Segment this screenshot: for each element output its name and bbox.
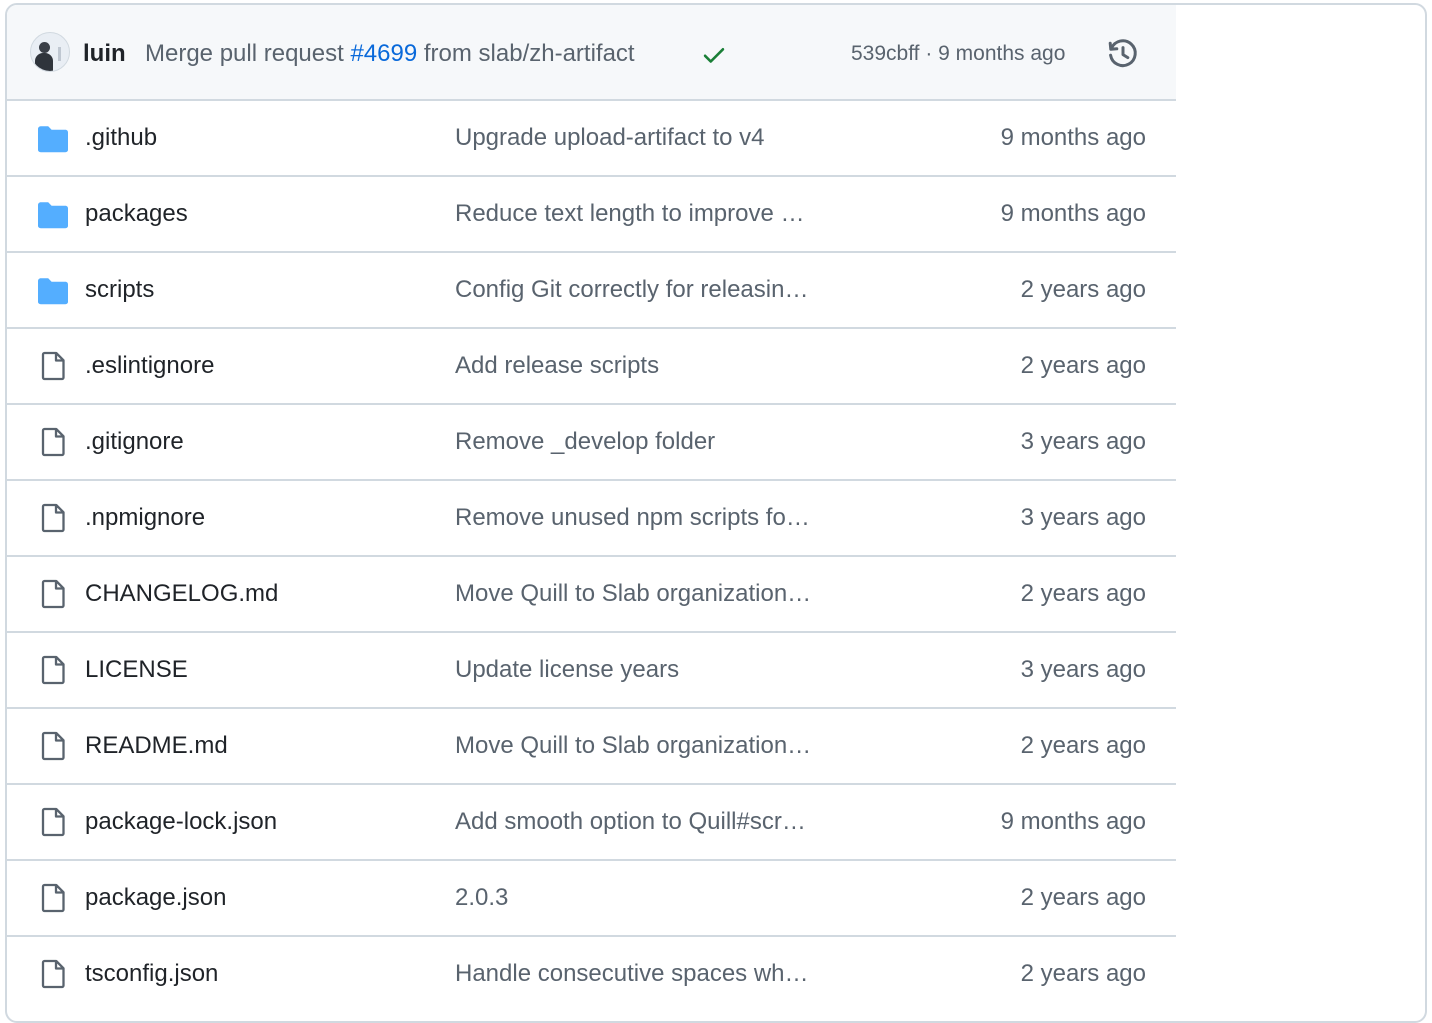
commit-age: 3 years ago: [1020, 656, 1146, 683]
file-row[interactable]: README.md Move Quill to Slab organization…: [7, 709, 1176, 785]
commit-message-suffix[interactable]: from slab/zh-artifact: [417, 40, 635, 67]
file-row[interactable]: package.json 2.0.3 2 years ago: [7, 861, 1176, 937]
commit-message-link[interactable]: Handle consecutive spaces wh…: [455, 959, 839, 989]
file-name-link[interactable]: .github: [85, 123, 157, 153]
file-icon: [37, 503, 69, 533]
commit-message-link[interactable]: Remove unused npm scripts fo…: [455, 503, 839, 533]
file-rows: .github Upgrade upload-artifact to v4 9 mo…: [7, 101, 1176, 1013]
file-icon: [37, 427, 69, 457]
commit-message-link[interactable]: Reduce text length to improve …: [455, 199, 839, 229]
commit-message-link[interactable]: Config Git correctly for releasin…: [455, 275, 839, 305]
file-name-link[interactable]: package-lock.json: [85, 807, 277, 837]
file-row[interactable]: .npmignore Remove unused npm scripts fo… 3…: [7, 481, 1176, 557]
commit-message[interactable]: Merge pull request #4699 from slab/zh-ar…: [145, 39, 635, 69]
commit-message-link[interactable]: 2.0.3: [455, 883, 839, 913]
commit-age: 2 years ago: [1020, 276, 1146, 303]
file-icon: [37, 351, 69, 381]
file-name-link[interactable]: package.json: [85, 883, 226, 913]
file-row[interactable]: scripts Config Git correctly for releasin…: [7, 253, 1176, 329]
file-name-link[interactable]: .npmignore: [85, 503, 205, 533]
file-icon: [37, 959, 69, 989]
file-row[interactable]: package-lock.json Add smooth option to Qu…: [7, 785, 1176, 861]
commit-age: 3 years ago: [1020, 428, 1146, 455]
commit-message-link[interactable]: Remove _develop folder: [455, 427, 839, 457]
folder-icon: [37, 201, 69, 229]
folder-icon: [37, 125, 69, 153]
check-icon[interactable]: [701, 42, 727, 68]
file-icon: [37, 579, 69, 609]
commit-age: 9 months ago: [1000, 124, 1146, 151]
file-row[interactable]: .gitignore Remove _develop folder 3 years …: [7, 405, 1176, 481]
file-icon: [37, 883, 69, 913]
file-name-link[interactable]: .gitignore: [85, 427, 184, 457]
commit-message-link[interactable]: Update license years: [455, 655, 839, 685]
commit-message-link[interactable]: Upgrade upload-artifact to v4: [455, 123, 839, 153]
pull-request-link[interactable]: #4699: [350, 40, 417, 67]
commit-age: 9 months ago: [1000, 808, 1146, 835]
commit-age: 2 years ago: [1020, 580, 1146, 607]
file-row[interactable]: .eslintignore Add release scripts 2 years …: [7, 329, 1176, 405]
file-name-link[interactable]: LICENSE: [85, 655, 188, 685]
commit-message-link[interactable]: Move Quill to Slab organization…: [455, 579, 839, 609]
file-name-link[interactable]: README.md: [85, 731, 228, 761]
commit-message-link[interactable]: Move Quill to Slab organization…: [455, 731, 839, 761]
file-name-link[interactable]: tsconfig.json: [85, 959, 218, 989]
file-name-link[interactable]: .eslintignore: [85, 351, 214, 381]
commit-message-link[interactable]: Add release scripts: [455, 351, 839, 381]
file-browser-panel: luin Merge pull request #4699 from slab/…: [5, 3, 1427, 1023]
file-icon: [37, 731, 69, 761]
avatar[interactable]: [30, 32, 70, 72]
file-row[interactable]: .github Upgrade upload-artifact to v4 9 mo…: [7, 101, 1176, 177]
file-icon: [37, 807, 69, 837]
file-name-link[interactable]: packages: [85, 199, 188, 229]
commit-author-link[interactable]: luin: [83, 39, 126, 69]
latest-commit-bar: luin Merge pull request #4699 from slab/…: [7, 5, 1176, 101]
commit-age: 2 years ago: [1020, 960, 1146, 987]
file-row[interactable]: LICENSE Update license years 3 years ago: [7, 633, 1176, 709]
commit-message-prefix[interactable]: Merge pull request: [145, 40, 350, 67]
history-icon[interactable]: [1107, 38, 1139, 70]
file-row[interactable]: tsconfig.json Handle consecutive spaces w…: [7, 937, 1176, 1013]
file-row[interactable]: CHANGELOG.md Move Quill to Slab organizat…: [7, 557, 1176, 633]
file-row[interactable]: packages Reduce text length to improve … 9…: [7, 177, 1176, 253]
folder-icon: [37, 277, 69, 305]
commit-age: 3 years ago: [1020, 504, 1146, 531]
commit-age: 2 years ago: [1020, 884, 1146, 911]
commit-age: 2 years ago: [1020, 352, 1146, 379]
file-icon: [37, 655, 69, 685]
commit-age: 9 months ago: [1000, 200, 1146, 227]
commit-age: 2 years ago: [1020, 732, 1146, 759]
file-list: luin Merge pull request #4699 from slab/…: [7, 5, 1176, 1013]
commit-message-link[interactable]: Add smooth option to Quill#scr…: [455, 807, 839, 837]
commit-sha-and-time[interactable]: 539cbff · 9 months ago: [851, 41, 1065, 67]
file-name-link[interactable]: CHANGELOG.md: [85, 579, 278, 609]
file-name-link[interactable]: scripts: [85, 275, 154, 305]
